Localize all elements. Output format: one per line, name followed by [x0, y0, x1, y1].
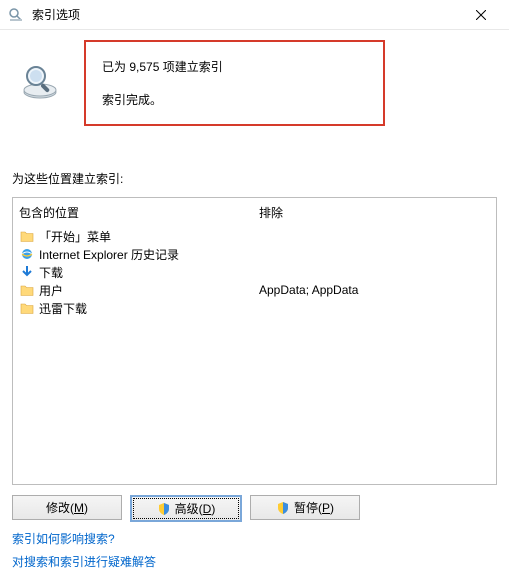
locations-label: 为这些位置建立索引:: [12, 170, 497, 187]
shield-icon: [276, 501, 290, 515]
location-label: 用户: [39, 282, 259, 299]
button-label: 高级(D): [175, 500, 216, 517]
titlebar: 索引选项: [0, 0, 509, 30]
list-item[interactable]: 迅雷下载: [19, 299, 490, 317]
pause-button[interactable]: 暂停(P): [250, 495, 360, 520]
download-arrow-icon: [19, 264, 35, 280]
help-link-search[interactable]: 索引如何影响搜索?: [12, 530, 115, 547]
status-highlight-box: 已为 9,575 项建立索引 索引完成。: [84, 40, 385, 126]
list-item[interactable]: 用户 AppData; AppData: [19, 281, 490, 299]
buttons-row: 修改(M) 高级(D) 暂停(P): [12, 495, 497, 522]
close-button[interactable]: [461, 1, 501, 29]
folder-icon: [19, 300, 35, 316]
list-item[interactable]: 下载: [19, 263, 490, 281]
ie-icon: [19, 246, 35, 262]
locations-box: 包含的位置 排除 「开始」菜单 Internet Explorer 历史记录 下…: [12, 197, 497, 485]
search-index-icon: [20, 60, 60, 100]
button-label: 暂停(P): [294, 499, 334, 516]
list-item[interactable]: 「开始」菜单: [19, 227, 490, 245]
status-area: 已为 9,575 项建立索引 索引完成。: [12, 40, 497, 126]
folder-icon: [19, 228, 35, 244]
folder-icon: [19, 282, 35, 298]
location-label: 下载: [39, 264, 259, 281]
window-title: 索引选项: [32, 6, 461, 23]
status-complete: 索引完成。: [102, 91, 223, 108]
advanced-button[interactable]: 高级(D): [130, 495, 242, 522]
list-item[interactable]: Internet Explorer 历史记录: [19, 245, 490, 263]
app-icon: [8, 7, 24, 23]
column-exclude-header: 排除: [259, 204, 490, 221]
column-include-header: 包含的位置: [19, 204, 259, 221]
shield-icon: [157, 502, 171, 516]
location-label: 「开始」菜单: [39, 228, 259, 245]
button-label: 修改(M): [46, 499, 88, 516]
location-exclude: AppData; AppData: [259, 283, 490, 297]
status-count: 已为 9,575 项建立索引: [102, 58, 223, 75]
help-link-troubleshoot[interactable]: 对搜索和索引进行疑难解答: [12, 553, 156, 570]
modify-button[interactable]: 修改(M): [12, 495, 122, 520]
location-label: Internet Explorer 历史记录: [39, 246, 259, 263]
locations-list[interactable]: 「开始」菜单 Internet Explorer 历史记录 下载 用户 AppD…: [13, 225, 496, 484]
locations-header: 包含的位置 排除: [13, 198, 496, 225]
location-label: 迅雷下载: [39, 300, 259, 317]
